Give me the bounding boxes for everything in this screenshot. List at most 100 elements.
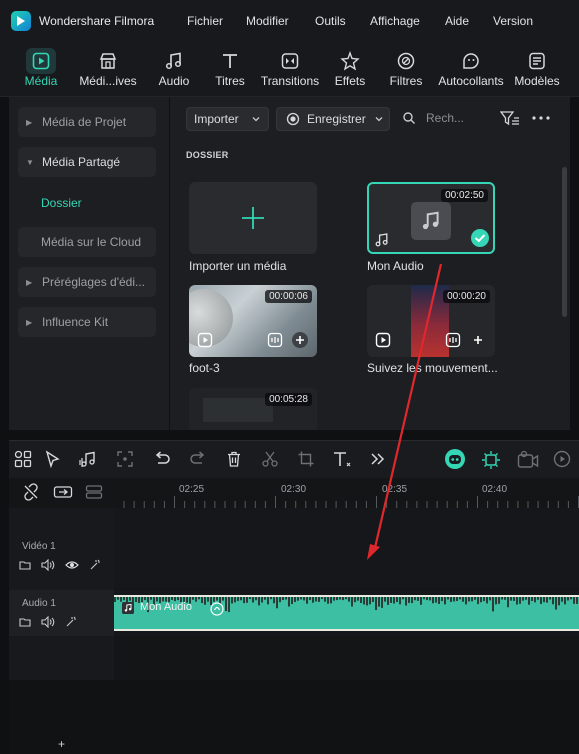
clip-label: Mon Audio: [140, 601, 192, 613]
add-to-timeline-icon[interactable]: [469, 331, 487, 349]
text-tool-icon[interactable]: [332, 450, 352, 468]
waveform-bar: [282, 597, 284, 601]
waveform-bar: [225, 597, 227, 612]
redo-icon[interactable]: [189, 450, 207, 468]
waveform-bar: [135, 597, 137, 602]
waveform-bar: [393, 597, 395, 604]
ruler-label: 02:35: [382, 484, 408, 495]
audio-clip-mon-audio[interactable]: Mon Audio: [114, 595, 579, 631]
more-tools-icon[interactable]: [370, 450, 386, 468]
waveform-bar: [327, 597, 329, 604]
waveform-bar: [570, 597, 572, 600]
layout-grid-icon[interactable]: [14, 450, 32, 468]
tab-transitions[interactable]: Transitions: [260, 46, 320, 94]
auto-highlight-icon[interactable]: [481, 450, 501, 470]
magic-wand-icon[interactable]: [89, 559, 101, 571]
waveform-bar: [309, 597, 311, 600]
title-t-icon: [223, 54, 237, 68]
video-track-lane[interactable]: [114, 508, 579, 588]
stickers-icon: [463, 53, 479, 69]
waveform-bar: [561, 597, 563, 602]
ai-assistant-icon[interactable]: [444, 448, 466, 470]
media-icon: [32, 52, 50, 70]
ruler-label: 02:25: [179, 484, 205, 495]
waveform-bar: [222, 597, 224, 601]
waveform-bar: [177, 597, 179, 601]
tab-audio[interactable]: Audio: [154, 46, 194, 94]
search-box[interactable]: Rech...: [402, 111, 464, 125]
filter-sort-icon[interactable]: [500, 110, 520, 128]
waveform-bar: [498, 597, 500, 604]
split-scissors-icon[interactable]: [261, 450, 279, 468]
delete-trash-icon[interactable]: [225, 450, 243, 468]
waveform-bar: [204, 597, 206, 605]
menu-aide[interactable]: Aide: [445, 14, 469, 28]
waveform-bar: [510, 597, 512, 601]
undo-icon[interactable]: [153, 450, 171, 468]
sidebar-item-influence-kit[interactable]: ▶ Influence Kit: [18, 307, 156, 337]
media-card-suivez[interactable]: 00:00:20: [367, 285, 495, 357]
menu-version[interactable]: Version: [493, 14, 533, 28]
tab-stock-media[interactable]: Médi...ives: [78, 46, 138, 94]
eye-icon[interactable]: [65, 559, 79, 571]
magic-wand-icon[interactable]: [65, 616, 77, 628]
waveform-bar: [546, 597, 548, 603]
select-pointer-icon[interactable]: [44, 450, 62, 468]
tab-stickers[interactable]: Autocollants: [437, 46, 505, 94]
render-preview-icon[interactable]: [517, 450, 539, 470]
music-note-icon: [375, 233, 388, 247]
track-manager-icon[interactable]: [85, 484, 103, 500]
speaker-icon[interactable]: [41, 616, 55, 628]
waveform-bar: [258, 597, 260, 606]
tab-templates[interactable]: Modèles: [513, 46, 561, 94]
waveform-bar: [414, 597, 416, 601]
more-options-icon[interactable]: [532, 116, 550, 120]
menu-modifier[interactable]: Modifier: [246, 14, 289, 28]
waveform-bar: [321, 597, 323, 600]
timeline-empty-area[interactable]: [9, 680, 579, 754]
media-card-foot-3[interactable]: 00:00:06: [189, 285, 317, 357]
search-icon: [403, 112, 415, 124]
media-card-mon-audio[interactable]: 00:02:50: [367, 182, 495, 254]
timeline-tracks[interactable]: Mon Audio: [114, 508, 579, 680]
waveform-bar: [297, 597, 299, 601]
sidebar-item-media-de-projet[interactable]: ▶ Média de Projet: [18, 107, 156, 137]
timeline-ruler[interactable]: 02:25 02:30 02:35 02:40: [9, 478, 579, 508]
unlink-icon[interactable]: [22, 483, 40, 501]
media-card-filmora[interactable]: 00:05:28: [189, 388, 317, 430]
checkmark-icon: [471, 229, 489, 247]
sidebar-item-media-cloud[interactable]: Média sur le Cloud: [18, 227, 156, 257]
import-dropdown[interactable]: Importer: [186, 107, 269, 131]
tab-filters[interactable]: Filtres: [388, 46, 424, 94]
crop-frame-icon[interactable]: [116, 450, 134, 468]
waveform-bar: [516, 597, 518, 605]
crop-icon[interactable]: [297, 450, 315, 468]
play-circle-icon[interactable]: [553, 450, 571, 468]
speaker-icon[interactable]: [41, 559, 55, 571]
effects-icon: [340, 51, 360, 71]
menu-fichier[interactable]: Fichier: [187, 14, 223, 28]
add-track-button[interactable]: +: [58, 737, 65, 751]
filters-icon: [397, 52, 415, 70]
menu-outils[interactable]: Outils: [315, 14, 346, 28]
tab-effects[interactable]: Effets: [333, 46, 367, 94]
audio-track-controls: [19, 616, 77, 628]
waveform-bar: [330, 597, 332, 604]
menu-affichage[interactable]: Affichage: [370, 14, 420, 28]
tab-media[interactable]: Média: [18, 46, 64, 94]
media-scrollbar[interactable]: [562, 167, 567, 317]
waveform-bar: [120, 597, 122, 602]
tab-titles[interactable]: Titres: [212, 46, 248, 94]
add-to-timeline-icon[interactable]: [291, 331, 309, 349]
folder-lock-icon[interactable]: [19, 559, 31, 571]
sidebar-item-presets[interactable]: ▶ Préréglages d'édi...: [18, 267, 156, 297]
folder-lock-icon[interactable]: [19, 616, 31, 628]
audio-beat-icon[interactable]: [79, 450, 99, 468]
import-media-card[interactable]: [189, 182, 317, 254]
record-dropdown[interactable]: Enregistrer: [276, 107, 390, 131]
waveform-bar: [576, 597, 578, 604]
sidebar-item-media-partage[interactable]: ▼ Média Partagé: [18, 147, 156, 177]
sidebar-item-dossier[interactable]: Dossier: [41, 196, 82, 210]
link-clips-icon[interactable]: [53, 484, 73, 500]
waveform-bar: [462, 597, 464, 602]
